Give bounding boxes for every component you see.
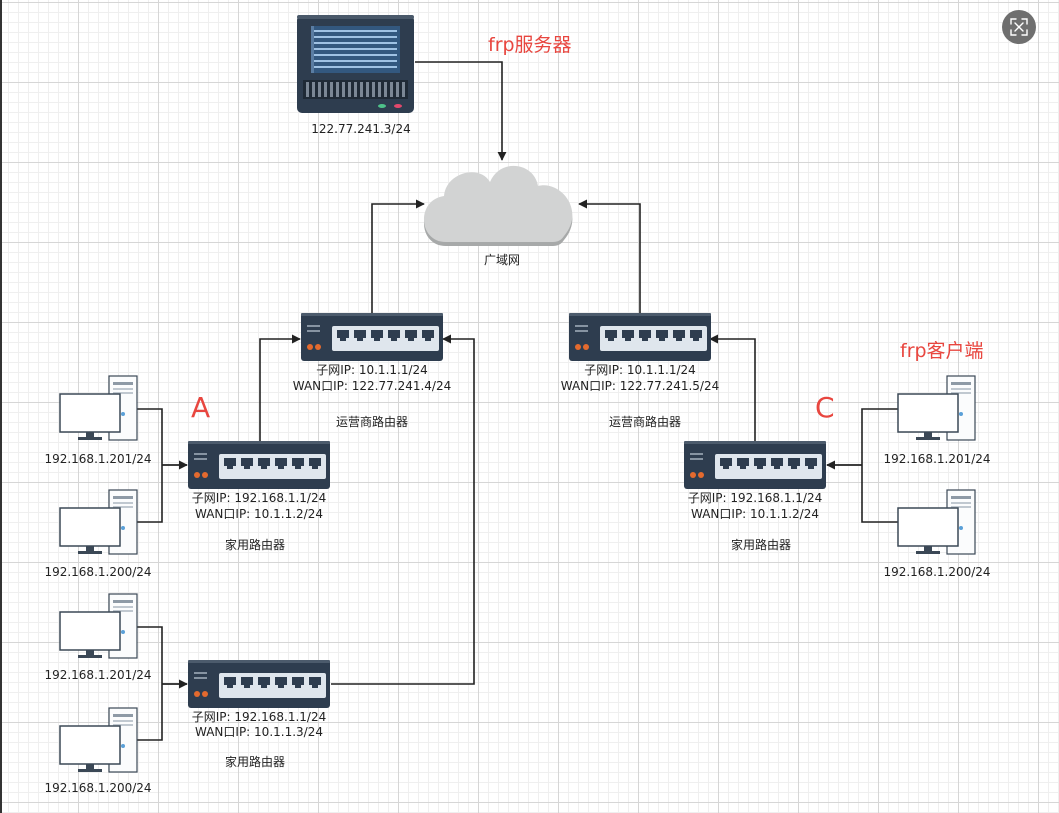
- home-a-subnet: 子网IP: 192.168.1.1/24: [191, 491, 327, 505]
- exit-fullscreen-button[interactable]: [1002, 10, 1036, 44]
- pc-b1-ip: 192.168.1.201/24: [44, 668, 152, 682]
- pc-c1: [897, 375, 976, 441]
- cloud-label: 广域网: [483, 253, 521, 267]
- carrier-left-label: 运营商路由器: [335, 415, 409, 429]
- pc-a2-ip: 192.168.1.200/24: [44, 565, 152, 579]
- home-b-label: 家用路由器: [224, 755, 286, 769]
- carrier-left-wan: WAN口IP: 122.77.241.4/24: [292, 379, 452, 393]
- cloud-wan: [423, 165, 573, 246]
- frp-client-label: frp客户端: [900, 340, 984, 362]
- exit-fullscreen-icon: [1010, 18, 1028, 36]
- server-title: frp服务器: [488, 34, 572, 56]
- link-carrierR-cloud: [578, 199, 641, 313]
- home-router-c: [684, 441, 826, 489]
- home-b-subnet: 子网IP: 192.168.1.1/24: [191, 710, 327, 724]
- pc-c2: [897, 489, 976, 555]
- server-device: [297, 15, 414, 113]
- pc-b2-ip: 192.168.1.200/24: [44, 781, 152, 795]
- home-a-label: 家用路由器: [224, 538, 286, 552]
- pc-a1: [59, 375, 138, 441]
- group-a-label: A: [191, 391, 211, 424]
- pc-b1: [59, 593, 138, 659]
- server-ip: 122.77.241.3/24: [311, 122, 411, 136]
- home-router-b: [188, 660, 330, 708]
- home-a-wan: WAN口IP: 10.1.1.2/24: [195, 507, 323, 521]
- carrier-router-left: [301, 313, 443, 361]
- carrier-right-subnet: 子网IP: 10.1.1.1/24: [584, 363, 696, 377]
- link-carrierL-cloud: [371, 199, 425, 313]
- home-c-label: 家用路由器: [730, 538, 792, 552]
- home-b-wan: WAN口IP: 10.1.1.3/24: [195, 725, 323, 739]
- home-c-subnet: 子网IP: 192.168.1.1/24: [687, 491, 823, 505]
- pc-b2: [59, 707, 138, 773]
- pc-c1-ip: 192.168.1.201/24: [883, 452, 991, 466]
- home-router-a: [188, 441, 330, 489]
- home-c-wan: WAN口IP: 10.1.1.2/24: [691, 507, 819, 521]
- carrier-left-subnet: 子网IP: 10.1.1.1/24: [316, 363, 428, 377]
- pc-c2-ip: 192.168.1.200/24: [883, 565, 991, 579]
- carrier-router-right: [569, 313, 711, 361]
- pc-a1-ip: 192.168.1.201/24: [44, 452, 152, 466]
- carrier-right-label: 运营商路由器: [608, 415, 682, 429]
- group-c-label: C: [815, 391, 835, 424]
- link-server-cloud: [415, 61, 507, 161]
- carrier-right-wan: WAN口IP: 122.77.241.5/24: [560, 379, 720, 393]
- pc-a2: [59, 489, 138, 555]
- network-diagram: [59, 15, 976, 773]
